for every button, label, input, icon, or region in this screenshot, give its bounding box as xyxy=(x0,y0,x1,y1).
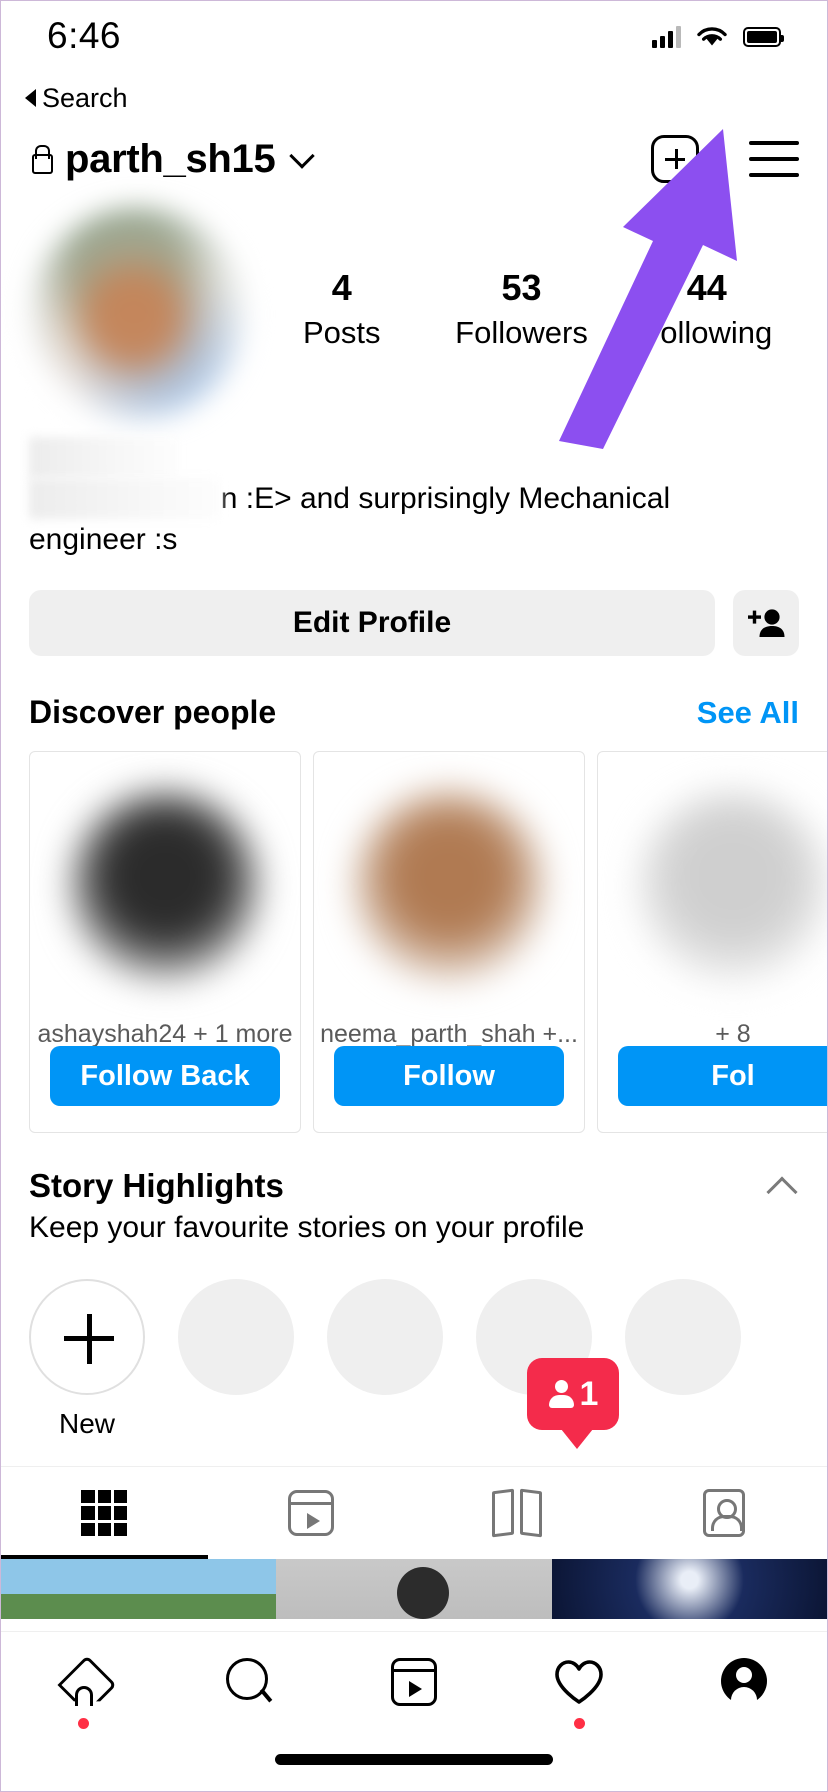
edit-profile-button[interactable]: Edit Profile xyxy=(29,590,715,656)
battery-icon xyxy=(743,27,784,47)
discover-header: Discover people See All xyxy=(1,694,827,731)
lock-icon xyxy=(29,145,53,174)
story-highlights-header: Story Highlights Keep your favourite sto… xyxy=(1,1167,827,1245)
follow-button[interactable]: Fol xyxy=(618,1046,827,1106)
highlight-placeholder[interactable] xyxy=(178,1279,294,1395)
stat-following[interactable]: 44 Following xyxy=(641,269,772,351)
wifi-icon xyxy=(697,27,727,46)
likes-notification-dot xyxy=(573,1718,585,1729)
profile-tabs xyxy=(1,1466,827,1559)
nav-home[interactable] xyxy=(1,1658,166,1729)
posts-count: 4 xyxy=(331,267,352,308)
back-arrow-icon xyxy=(25,89,36,107)
badge-count: 1 xyxy=(579,1374,599,1413)
bio-text-2: n :E> and surprisingly Mechanical xyxy=(220,482,671,515)
tab-guides[interactable] xyxy=(414,1467,621,1559)
highlight-placeholder[interactable] xyxy=(625,1279,741,1395)
home-indicator xyxy=(275,1754,553,1765)
plus-icon[interactable] xyxy=(29,1279,145,1395)
discover-cards[interactable]: ashayshah24 + 1 more Follow Back neema_p… xyxy=(1,751,827,1133)
heart-icon xyxy=(555,1660,604,1704)
tab-tagged[interactable] xyxy=(621,1467,828,1559)
followers-count: 53 xyxy=(501,267,542,308)
search-icon xyxy=(225,1658,272,1704)
bio-redacted-2 xyxy=(29,478,221,519)
spacer-dot xyxy=(739,1716,750,1727)
nav-reels[interactable] xyxy=(331,1658,496,1729)
new-highlight-wrapper[interactable]: New xyxy=(29,1279,145,1440)
guides-icon xyxy=(492,1488,543,1538)
bio-line-3: engineer :s xyxy=(29,523,178,556)
nav-likes[interactable] xyxy=(497,1658,662,1729)
profile-top-row: 4 Posts 53 Followers 44 Following xyxy=(29,201,799,421)
profile-section: 4 Posts 53 Followers 44 Following n :E> … xyxy=(1,201,827,656)
suggestion-name: neema_parth_shah +... xyxy=(320,1020,578,1048)
hamburger-menu-icon[interactable] xyxy=(749,141,799,177)
posts-label: Posts xyxy=(302,314,381,350)
status-bar: 6:46 xyxy=(1,1,827,79)
suggestion-photo xyxy=(30,752,300,1020)
home-notification-dot xyxy=(78,1718,90,1729)
bio-line-2: n :E> and surprisingly Mechanical xyxy=(29,478,799,519)
reels-icon xyxy=(287,1490,334,1536)
avatar[interactable] xyxy=(31,207,245,421)
spacer-dot xyxy=(409,1718,420,1729)
back-label: Search xyxy=(42,82,128,113)
suggestion-name: ashayshah24 + 1 more xyxy=(37,1020,293,1048)
post-grid xyxy=(1,1559,827,1619)
nav-profile[interactable] xyxy=(662,1658,827,1727)
see-all-link[interactable]: See All xyxy=(697,695,799,731)
profile-bio: n :E> and surprisingly Mechanical engine… xyxy=(29,437,799,560)
stat-followers[interactable]: 53 Followers xyxy=(455,269,588,351)
stat-posts[interactable]: 4 Posts xyxy=(282,269,402,351)
grid-icon xyxy=(81,1490,128,1536)
post-thumbnail[interactable] xyxy=(1,1559,277,1619)
post-thumbnail[interactable] xyxy=(276,1559,552,1619)
follow-button[interactable]: Follow xyxy=(334,1046,564,1106)
list-item[interactable]: ashayshah24 + 1 more Follow Back xyxy=(29,751,301,1133)
profile-stats: 4 Posts 53 Followers 44 Following xyxy=(245,201,799,351)
following-label: Following xyxy=(641,314,773,350)
list-item[interactable]: + 8 Fol xyxy=(597,751,827,1133)
home-icon xyxy=(59,1658,109,1706)
story-highlights-title: Story Highlights xyxy=(29,1167,284,1204)
profile-header: parth_sh15 xyxy=(1,117,827,201)
add-person-icon xyxy=(748,609,785,637)
status-icons xyxy=(652,15,784,49)
suggestion-photo xyxy=(598,752,827,1020)
bottom-navigation xyxy=(1,1631,827,1791)
followers-label: Followers xyxy=(455,314,588,350)
nav-search[interactable] xyxy=(166,1658,331,1727)
spacer-dot xyxy=(243,1716,254,1727)
chevron-down-icon[interactable] xyxy=(289,143,316,169)
back-to-search-button[interactable]: Search xyxy=(1,79,827,117)
discover-title: Discover people xyxy=(29,694,277,730)
status-time: 6:46 xyxy=(47,15,122,56)
following-count: 44 xyxy=(686,267,727,308)
tagged-icon xyxy=(702,1489,745,1537)
list-item[interactable]: neema_parth_shah +... Follow xyxy=(313,751,585,1133)
tab-grid[interactable] xyxy=(1,1467,208,1559)
profile-icon xyxy=(721,1658,768,1705)
person-icon xyxy=(548,1380,574,1408)
suggestion-photo xyxy=(314,752,584,1020)
bio-line-1 xyxy=(29,437,799,478)
new-highlight-label: New xyxy=(58,1408,115,1439)
reels-icon xyxy=(391,1658,437,1706)
add-person-button[interactable] xyxy=(733,590,799,656)
story-highlights-subtitle: Keep your favourite stories on your prof… xyxy=(29,1211,585,1244)
tab-reels[interactable] xyxy=(208,1467,415,1559)
cellular-signal-icon xyxy=(652,26,681,48)
suggestion-name: + 8 xyxy=(715,1020,751,1048)
plus-box-icon[interactable] xyxy=(651,135,699,183)
follow-back-button[interactable]: Follow Back xyxy=(50,1046,280,1106)
highlight-placeholder[interactable] xyxy=(327,1279,443,1395)
username-title[interactable]: parth_sh15 xyxy=(65,137,276,182)
status-badge: 1 xyxy=(527,1358,619,1449)
bio-redacted-1 xyxy=(29,437,180,478)
story-highlights-row: New xyxy=(1,1279,827,1440)
post-thumbnail[interactable] xyxy=(551,1559,827,1619)
profile-actions: Edit Profile xyxy=(29,590,799,656)
